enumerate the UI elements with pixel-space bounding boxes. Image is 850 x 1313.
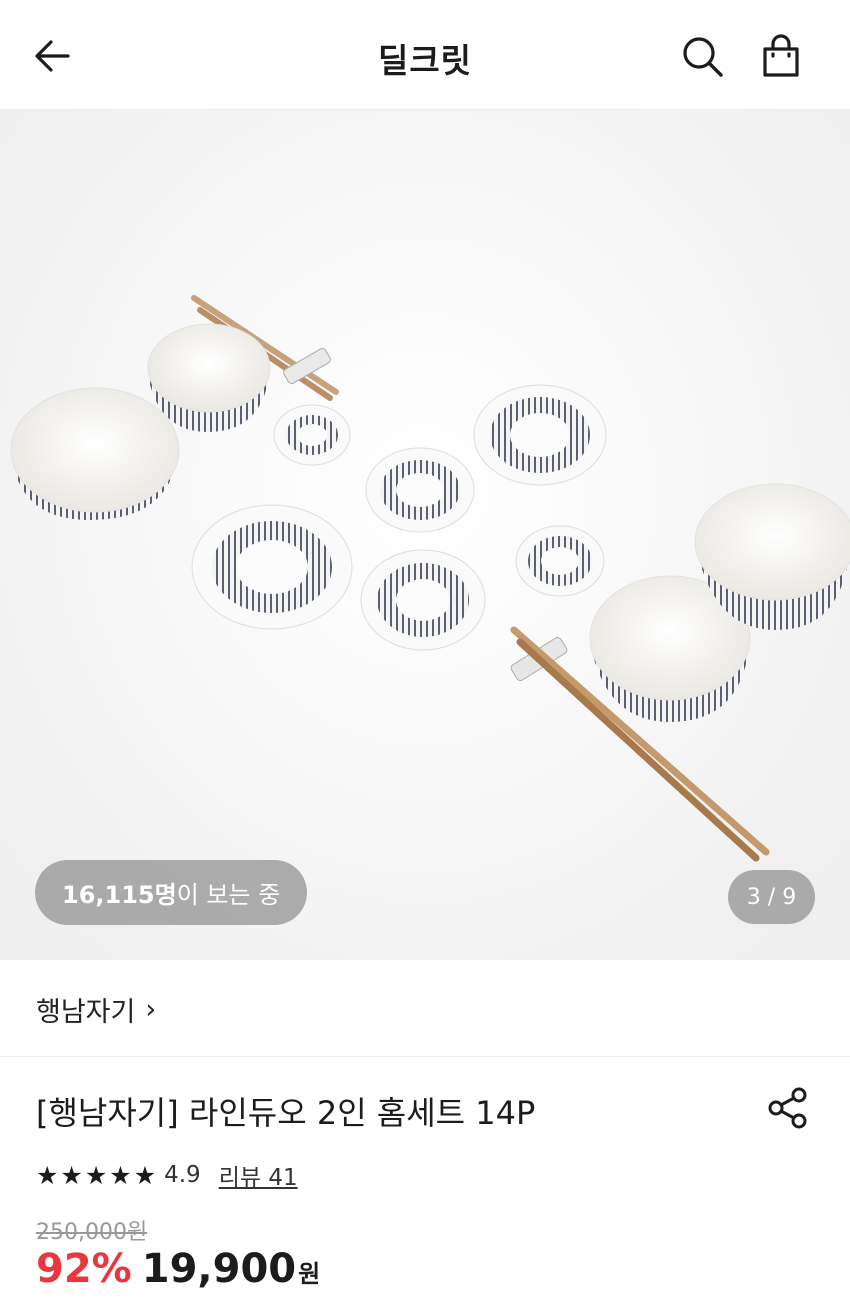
sale-price: 19,900: [141, 1246, 297, 1292]
product-title: [행남자기] 라인듀오 2인 홈세트 14P: [36, 1094, 536, 1132]
product-photo: [10, 295, 850, 862]
share-icon: [768, 1087, 807, 1129]
star-icon: ★: [109, 1160, 132, 1190]
star-rating: ★ ★ ★ ★ ★: [36, 1163, 156, 1188]
star-icon: ★: [60, 1160, 83, 1190]
shopping-bag-icon: [763, 34, 799, 77]
search-button[interactable]: [678, 32, 728, 82]
bowl-large-left: [10, 387, 180, 520]
viewers-count: 16,115명: [62, 881, 177, 909]
brand-name: 행남자기: [36, 997, 136, 1028]
review-link[interactable]: 리뷰 41: [219, 1158, 298, 1192]
share-button[interactable]: [764, 1084, 812, 1132]
rating-row: ★ ★ ★ ★ ★ 4.9 리뷰 41: [36, 1158, 298, 1192]
live-viewers-badge: 16,115명 이 보는 중: [35, 860, 308, 925]
star-icon: ★: [36, 1160, 59, 1190]
cart-button[interactable]: [756, 30, 806, 82]
bowl-medium-top: [147, 323, 271, 432]
viewers-suffix: 이 보는 중: [176, 881, 281, 909]
original-price: 250,000원: [36, 1220, 148, 1245]
chevron-right-icon: ›: [145, 994, 157, 1025]
discount-rate: 92%: [36, 1246, 132, 1292]
brand-row: 행남자기 ›: [0, 960, 850, 1057]
search-icon: [683, 37, 723, 77]
brand-link[interactable]: 행남자기 ›: [36, 990, 156, 1029]
star-icon: ★: [84, 1160, 108, 1190]
image-page-indicator: 3 / 9: [728, 870, 815, 924]
top-app-bar: 딜크릿: [0, 0, 850, 110]
product-image-carousel[interactable]: 16,115명 이 보는 중 3 / 9: [0, 110, 850, 960]
price-row: 92% 19,900 원: [36, 1246, 320, 1292]
currency-unit: 원: [298, 1260, 321, 1288]
star-icon: ★: [133, 1160, 157, 1190]
rating-value: 4.9: [164, 1162, 201, 1188]
